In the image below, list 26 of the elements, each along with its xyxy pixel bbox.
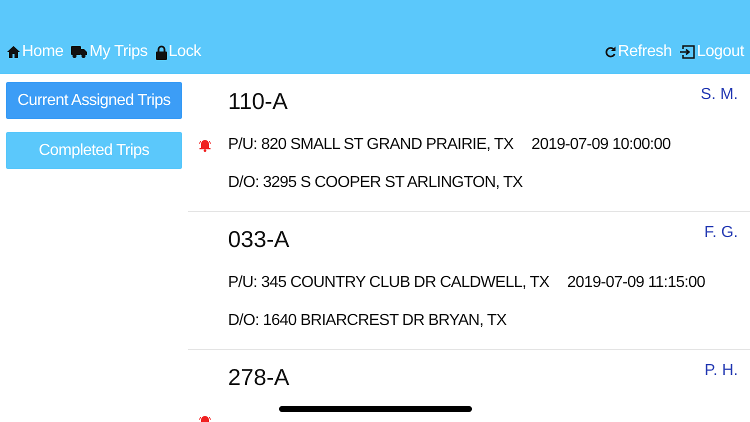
- trip-row[interactable]: 033-A F. G. P/U: 345 COUNTRY CLUB DR CALDWELL, TX 2019-07-09 11:15:00 D/O: 1640 BRIARCREST DR BRYAN, TX: [188, 212, 750, 350]
- pickup-address: P/U: 345 COUNTRY CLUB DR CALDWELL, TX: [228, 274, 550, 292]
- sidebar-tab[interactable]: Completed Trips: [6, 132, 182, 169]
- trip-id: 033-A: [228, 226, 290, 253]
- pickup-time: 2019-07-09 11:15:00: [567, 274, 706, 292]
- truck-icon: [71, 46, 88, 58]
- driver-initials: S. M.: [700, 86, 738, 104]
- trip-id: 110-A: [228, 88, 288, 115]
- nav-link[interactable]: Home: [7, 43, 64, 61]
- dropoff-address: D/O: 1640 BRIARCREST DR BRYAN, TX: [228, 312, 506, 330]
- pickup-address: P/U: 820 SMALL ST GRAND PRAIRIE, TX: [228, 136, 514, 154]
- lock-icon: [156, 44, 167, 60]
- logout-icon: [680, 45, 695, 59]
- trip-id: 278-A: [228, 364, 290, 391]
- pickup-time: 2019-07-09 10:00:00: [531, 136, 670, 154]
- home-icon: [7, 46, 20, 58]
- nav-link[interactable]: Lock: [156, 43, 202, 61]
- nav-link[interactable]: Refresh: [604, 43, 672, 61]
- refresh-icon: [604, 46, 616, 58]
- dropoff-address: D/O: 3295 S COOPER ST ARLINGTON, TX: [228, 174, 523, 192]
- nav-link[interactable]: Logout: [680, 43, 744, 61]
- nav-link[interactable]: My Trips: [71, 43, 148, 61]
- sidebar-tab[interactable]: Current Assigned Trips: [6, 82, 182, 119]
- driver-initials: F. G.: [704, 224, 738, 242]
- driver-initials: P. H.: [704, 362, 738, 380]
- trip-row[interactable]: 110-A S. M. P/U: 820 SMALL ST GRAND PRAIRIE, TX 2019-07-09 10:00:00 D/O: 3295 S COOPER ST ARLINGTON, TX: [188, 74, 750, 212]
